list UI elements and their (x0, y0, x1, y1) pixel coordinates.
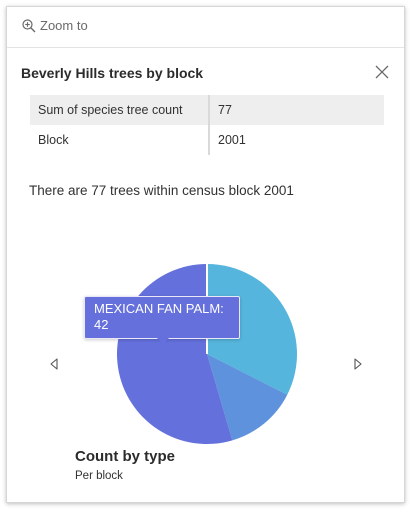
close-icon (375, 65, 389, 79)
table-row: Block 2001 (30, 125, 384, 155)
popup-title: Beverly Hills trees by block (21, 65, 204, 81)
popup-header: Beverly Hills trees by block (7, 59, 404, 87)
zoom-to-button[interactable]: Zoom to (22, 18, 88, 33)
table-row: Sum of species tree count 77 (30, 95, 384, 125)
attribute-table: Sum of species tree count 77 Block 2001 (30, 95, 384, 155)
tooltip-value: 42 (94, 317, 109, 332)
popup-description: There are 77 trees within census block 2… (29, 183, 294, 198)
popup-action-bar: Zoom to (7, 7, 404, 48)
field-name: Block (30, 125, 210, 155)
zoom-in-icon (22, 18, 36, 33)
tooltip-caret (157, 338, 169, 344)
close-button[interactable] (374, 64, 390, 80)
chart-title: Count by type (75, 448, 175, 465)
tooltip-label: MEXICAN FAN PALM: (94, 301, 224, 316)
field-name: Sum of species tree count (30, 95, 210, 125)
pie-chart-area: MEXICAN FAN PALM: 42 (7, 237, 406, 447)
pie-chart[interactable] (7, 237, 406, 447)
field-value: 2001 (209, 125, 384, 155)
chart-tooltip: MEXICAN FAN PALM: 42 (84, 296, 240, 344)
popup-panel: Zoom to Beverly Hills trees by block Sum… (6, 6, 405, 503)
zoom-to-label: Zoom to (40, 18, 88, 33)
chart-subtitle: Per block (75, 470, 123, 482)
field-value: 77 (209, 95, 384, 125)
